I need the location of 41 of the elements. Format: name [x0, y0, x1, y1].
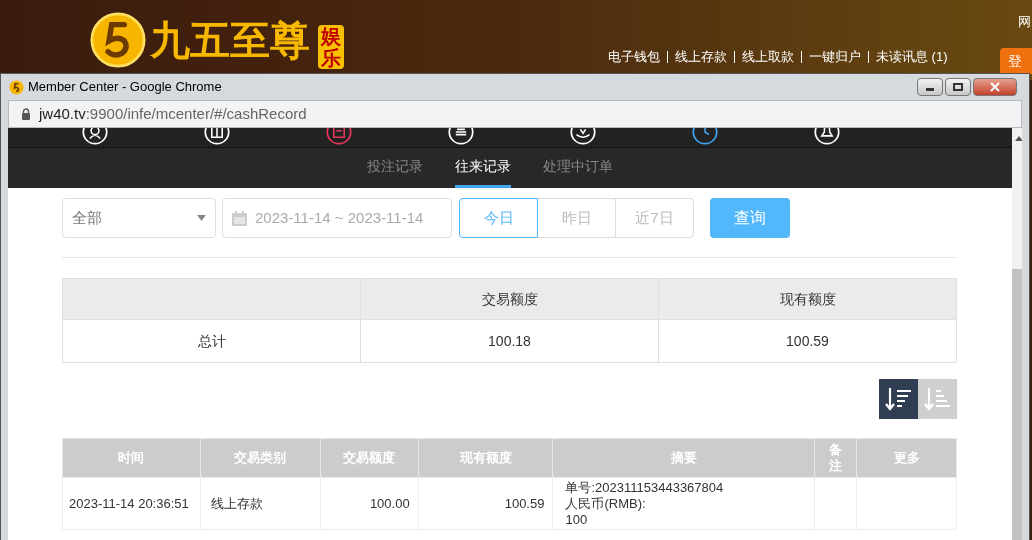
caret-icon	[197, 215, 206, 221]
table-header: 现有额度	[658, 278, 957, 320]
url-text: jw40.tv:9900/infe/mcenter/#/cashRecord	[39, 103, 307, 124]
type-select[interactable]: 全部	[62, 198, 216, 238]
sort-button[interactable]	[879, 379, 918, 419]
scroll-thumb[interactable]	[1012, 269, 1022, 540]
table-cell: 单号:202311153443367804 人民币(RMB): 100	[552, 477, 815, 530]
scroll-up-icon	[1014, 136, 1022, 141]
header-text: 网	[1018, 13, 1031, 31]
window-title: Member Center - Google Chrome	[28, 78, 222, 97]
table-cell: 2023-11-14 20:36:51	[62, 477, 201, 530]
calendar-icon	[232, 210, 247, 226]
table-cell: 100.00	[320, 477, 419, 530]
header-link[interactable]: 未读讯息 (1)	[876, 47, 948, 67]
subtab[interactable]: 往来记录	[455, 148, 511, 188]
header-link[interactable]: 线上取款	[742, 47, 794, 67]
close-icon	[990, 82, 1000, 92]
subtab[interactable]: 处理中订单	[543, 148, 613, 188]
sort-descending-icon	[884, 386, 913, 412]
header-link[interactable]: 一键归户	[809, 47, 861, 67]
lock-icon	[21, 108, 31, 120]
header-link[interactable]: 电子钱包	[608, 47, 660, 67]
table-cell: 100.59	[658, 319, 957, 363]
maximize-button[interactable]	[945, 78, 971, 96]
sort-ascending-icon	[923, 386, 952, 412]
minimize-button[interactable]	[917, 78, 943, 96]
table-header: 交易额度	[360, 278, 659, 320]
scrollbar[interactable]	[1012, 128, 1022, 540]
close-button[interactable]	[973, 78, 1017, 96]
table-cell: 100.18	[360, 319, 659, 363]
table-cell: 总计	[62, 319, 361, 363]
site-icon	[9, 79, 24, 95]
logo-text: 九五至尊	[150, 16, 310, 65]
header-link[interactable]: 线上存款	[675, 47, 727, 67]
logo-icon	[90, 12, 146, 68]
logo-badge: 娱乐	[318, 25, 344, 69]
address-bar[interactable]: jw40.tv:9900/infe/mcenter/#/cashRecord	[8, 100, 1022, 128]
login-button[interactable]: 登	[1000, 48, 1032, 74]
table-cell: 100.59	[418, 477, 553, 530]
subtab[interactable]: 投注记录	[367, 148, 423, 188]
table-cell: 线上存款	[200, 477, 321, 530]
